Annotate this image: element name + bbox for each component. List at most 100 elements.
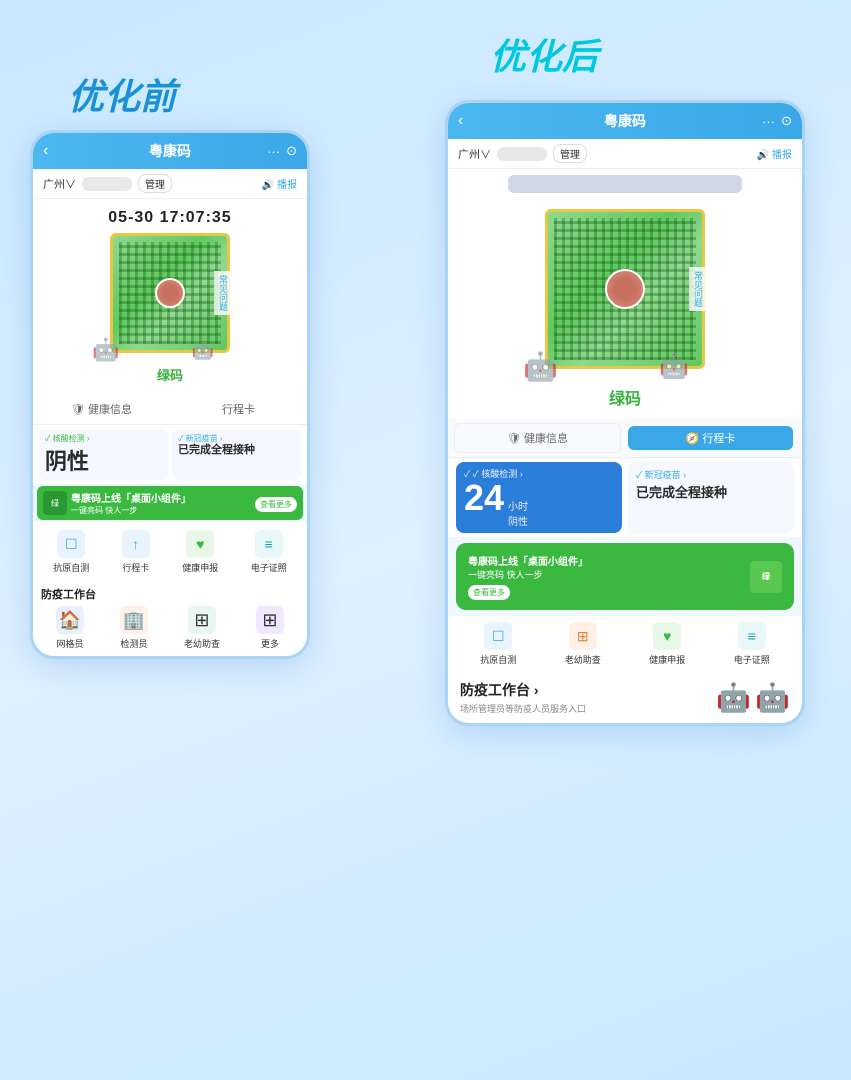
work-grid: 🏠 网格员 🏢 检测员 ⊞ 老幼助查 ⊞ 更多 (41, 606, 299, 650)
travel-compass-icon: 🧭 (686, 432, 700, 445)
after-work-section: 防疫工作台 › 场所管理员等防疫人员服务入口 🤖 🤖 (448, 672, 802, 723)
after-back-icon[interactable]: ‹ (458, 112, 463, 130)
xingcheng-icon: ↑ (122, 530, 150, 558)
laoyou-label: 老幼助查 (184, 637, 220, 650)
location-label[interactable]: 广州∨ (43, 176, 76, 192)
after-dots-icon[interactable]: ··· (762, 114, 775, 129)
after-tab-bar: 🛡 健康信息 🧭 行程卡 (448, 419, 802, 458)
dots-icon[interactable]: ··· (267, 144, 280, 159)
manage-button[interactable]: 管理 (138, 174, 172, 193)
jiance-label: 检测员 (120, 637, 147, 650)
wangge-label: 网格员 (56, 637, 83, 650)
work-item-laoyou[interactable]: ⊞ 老幼助查 (184, 606, 220, 650)
after-broadcast-button[interactable]: 🔊 播报 (757, 146, 792, 161)
icon-item-kangyuan[interactable]: ☐ 抗原自测 (53, 530, 89, 574)
travel-tab-label: 行程卡 (222, 401, 255, 417)
after-green-banner: 粤康码上线「桌面小组件」 一键亮码 快人一步 查看更多 绿 (456, 543, 794, 610)
kangyuan-icon: ☐ (57, 530, 85, 558)
after-nucleic-value: 阴性 (508, 513, 528, 528)
xingcheng-label: 行程卡 (122, 561, 149, 574)
after-icon-laoyou[interactable]: ⊞ 老幼助查 (565, 622, 601, 666)
after-topbar: ‹ 粤康码 ··· ⊙ (448, 103, 802, 139)
work-item-more[interactable]: ⊞ 更多 (256, 606, 284, 650)
wangge-icon: 🏠 (56, 606, 84, 634)
kangyuan-label: 抗原自测 (53, 561, 89, 574)
after-kangyuan-label: 抗原自测 (480, 653, 516, 666)
after-health-row: ✓ ✓ 核酸检测 › 24 小时 阴性 ✓ 新冠疫苗 › 已完成全程接种 (448, 458, 802, 537)
work-title: 防疫工作台 (41, 586, 299, 602)
main-container: 优化前 优化后 ‹ 粤康码 ··· ⊙ 广州∨ 管理 🔊 播报 05-30 17… (0, 0, 851, 1080)
tab-travel[interactable]: 行程卡 (170, 394, 307, 424)
jiankang-icon: ♥ (186, 530, 214, 558)
topbar-icons-right: ··· ⊙ (267, 143, 297, 159)
after-phone: ‹ 粤康码 ··· ⊙ 广州∨ 管理 🔊 播报 (445, 100, 805, 726)
robot-icon-2: 🤖 (755, 681, 790, 714)
after-banner-icon: 绿 (750, 561, 782, 593)
robot-decorations: 🤖 🤖 (716, 681, 790, 714)
after-manage-button[interactable]: 管理 (553, 144, 587, 163)
nucleic-card: ✓ 核酸检测 › 阴性 (39, 429, 168, 480)
robot-icon-1: 🤖 (716, 681, 751, 714)
after-tab-travel[interactable]: 🧭 行程卡 (628, 426, 793, 450)
before-label: 优化前 (68, 68, 176, 120)
after-laoyou-label: 老幼助查 (565, 653, 601, 666)
before-subbar: 广州∨ 管理 🔊 播报 (33, 169, 307, 199)
jiance-icon: 🏢 (120, 606, 148, 634)
icon-item-xingcheng[interactable]: ↑ 行程卡 (122, 530, 150, 574)
user-name-blur (508, 175, 742, 193)
after-faq-label[interactable]: 常见问题 (689, 267, 707, 311)
back-icon[interactable]: ‹ (43, 142, 48, 160)
before-qr-code (110, 233, 230, 353)
target-icon[interactable]: ⊙ (286, 143, 297, 159)
more-label: 更多 (261, 637, 279, 650)
after-banner-text: 粤康码上线「桌面小组件」 一键亮码 快人一步 查看更多 (468, 553, 744, 600)
before-green-label: 绿码 (157, 365, 183, 384)
after-work-title[interactable]: 防疫工作台 › (460, 680, 586, 700)
after-vaccine-tag: ✓ 新冠疫苗 › (636, 468, 786, 481)
before-work-section: 防疫工作台 🏠 网格员 🏢 检测员 ⊞ 老幼助查 ⊞ 更多 (33, 582, 307, 656)
after-target-icon[interactable]: ⊙ (781, 113, 792, 129)
nucleic-value: 阴性 (45, 444, 162, 476)
banner-icon: 绿 (43, 491, 67, 515)
character-decoration: 🤖 (92, 337, 119, 363)
laoyou-icon: ⊞ (188, 606, 216, 634)
more-icon: ⊞ (256, 606, 284, 634)
after-character-right: 🤖 (659, 352, 689, 381)
health-shield-icon: 🛡 (507, 432, 521, 445)
hours-label: 小时 (508, 498, 528, 513)
after-vaccine-value: 已完成全程接种 (636, 485, 786, 502)
after-icon-kangyuan[interactable]: ☐ 抗原自测 (480, 622, 516, 666)
datetime-text: 05-30 17:07:35 (108, 209, 231, 227)
icon-item-jiankang[interactable]: ♥ 健康申报 (182, 530, 218, 574)
work-item-wangge[interactable]: 🏠 网格员 (56, 606, 84, 650)
after-laoyou-icon: ⊞ (569, 622, 597, 650)
icon-item-dianzi[interactable]: ≡ 电子证照 (251, 530, 287, 574)
health-tab-label: 健康信息 (88, 401, 132, 417)
banner-text: 粤康码上线「桌面小组件」 一键亮码 快人一步 (71, 490, 251, 516)
broadcast-button[interactable]: 🔊 播报 (262, 176, 297, 191)
after-qr-code (545, 209, 705, 369)
before-icon-grid: ☐ 抗原自测 ↑ 行程卡 ♥ 健康申报 ≡ 电子证照 (33, 522, 307, 582)
before-qr-section: 05-30 17:07:35 常见问题 🤖 🤖 绿码 (33, 199, 307, 394)
hours-number: 24 (464, 480, 504, 516)
after-dianzi-label: 电子证照 (734, 653, 770, 666)
after-icon-jiankang[interactable]: ♥ 健康申报 (649, 622, 685, 666)
after-qr-section: 常见问题 🤖 🤖 绿码 (448, 199, 802, 419)
jiankang-label: 健康申报 (182, 561, 218, 574)
faq-side-label[interactable]: 常见问题 (214, 271, 232, 315)
qr-pattern (113, 236, 227, 350)
after-location-label[interactable]: 广州∨ (458, 146, 491, 162)
after-qr-pattern (548, 212, 702, 366)
work-item-jiance[interactable]: 🏢 检测员 (120, 606, 148, 650)
after-nucleic-card: ✓ ✓ 核酸检测 › 24 小时 阴性 (456, 462, 622, 533)
health-info-icon: 🛡 (71, 403, 85, 416)
after-icon-dianzi[interactable]: ≡ 电子证照 (734, 622, 770, 666)
after-character-left: 🤖 (523, 350, 558, 383)
before-topbar: ‹ 粤康码 ··· ⊙ (33, 133, 307, 169)
after-jiankang-label: 健康申报 (649, 653, 685, 666)
after-see-more-button[interactable]: 查看更多 (468, 585, 510, 600)
after-tab-health[interactable]: 🛡 健康信息 (454, 423, 621, 453)
tab-health[interactable]: 🛡 健康信息 (33, 394, 170, 424)
after-icon-grid: ☐ 抗原自测 ⊞ 老幼助查 ♥ 健康申报 ≡ 电子证照 (448, 616, 802, 672)
see-more-button[interactable]: 查看更多 (255, 497, 297, 512)
